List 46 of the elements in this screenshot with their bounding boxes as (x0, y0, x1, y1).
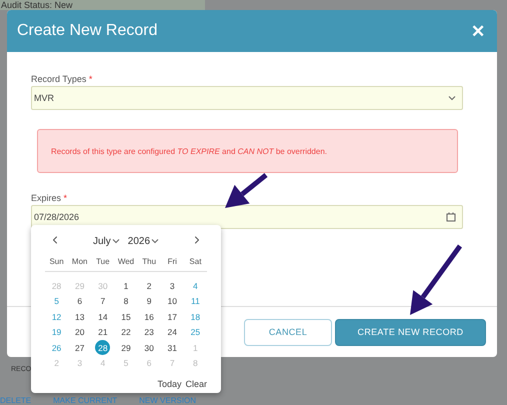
weekday-label: Sat (189, 256, 202, 268)
weekday-label: Fri (168, 256, 177, 268)
dialog-title: Create New Record (17, 22, 158, 40)
weekday-label: Mon (72, 256, 88, 268)
calendar-day[interactable]: 13 (72, 309, 88, 324)
calendar-day[interactable]: 24 (164, 324, 180, 340)
weekday-label: Tue (96, 256, 110, 268)
field-label: Expires * (31, 193, 68, 203)
caret-icon (151, 237, 160, 245)
picker-action[interactable]: Today (157, 379, 182, 389)
weekday-label: Sun (49, 256, 64, 268)
date-field[interactable]: 07/28/2026 (31, 205, 463, 229)
calendar-day[interactable]: 31 (164, 340, 180, 355)
calendar-day[interactable]: 2 (142, 278, 157, 293)
calendar-day[interactable]: 17 (164, 309, 180, 324)
calendar-day[interactable]: 10 (164, 294, 180, 308)
chevron-down-icon (448, 94, 456, 102)
calendar-day[interactable]: 14 (95, 309, 110, 324)
calendar-day[interactable]: 15 (118, 309, 134, 324)
audit-status: Audit Status: New (0, 1, 73, 10)
calendar-day[interactable]: 21 (95, 324, 110, 340)
arrow (225, 173, 268, 208)
calendar-icon (446, 212, 456, 222)
record-type-select[interactable]: MVR (31, 86, 463, 110)
field-label: Record Types * (31, 74, 92, 84)
arrow (410, 244, 462, 315)
month-select[interactable]: July (90, 236, 122, 246)
calendar-day[interactable]: 16 (142, 309, 157, 324)
calendar-day[interactable]: 23 (142, 324, 157, 340)
picker-action[interactable]: Clear (185, 379, 207, 389)
calendar-day[interactable]: 30 (142, 340, 157, 355)
alert: Records of this type are configured TO EXPIRE and CAN NOT be overridden. (37, 129, 458, 173)
weekday-label: Thu (142, 256, 156, 268)
calendar-day[interactable]: 8 (118, 294, 134, 308)
calendar-day[interactable]: 1 (118, 278, 134, 293)
calendar-day[interactable]: 9 (142, 294, 157, 308)
calendar-day[interactable]: 27 (72, 340, 88, 355)
year-select[interactable]: 2026 (126, 236, 162, 246)
weekday-label: Wed (118, 256, 134, 268)
calendar-day[interactable]: 7 (95, 294, 110, 308)
calendar-day[interactable]: 22 (118, 324, 134, 340)
calendar-day[interactable]: 3 (164, 278, 180, 293)
calendar-day[interactable]: 29 (118, 340, 134, 355)
caret-icon (112, 237, 120, 245)
calendar-day[interactable]: 20 (72, 324, 88, 340)
calendar-day[interactable]: 6 (72, 294, 88, 308)
